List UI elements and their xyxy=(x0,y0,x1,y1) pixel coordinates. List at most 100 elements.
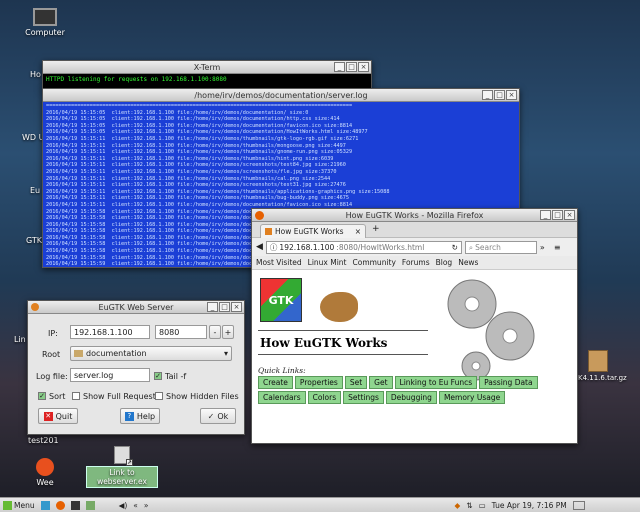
quick-link[interactable]: Calendars xyxy=(258,391,306,404)
desktop-icon-wee[interactable]: Wee xyxy=(28,458,62,487)
nav-bar: ◀ ⓘ 192.168.1.100:8080/HowItWorks.html ↻… xyxy=(252,238,577,256)
minimize-icon[interactable]: _ xyxy=(482,90,493,100)
quick-link[interactable]: Memory Usage xyxy=(438,391,506,404)
ip-input[interactable]: 192.168.1.100 xyxy=(70,325,150,339)
files-launcher-icon[interactable] xyxy=(85,500,95,510)
quick-link[interactable]: Create xyxy=(258,376,293,389)
maximize-icon[interactable]: □ xyxy=(219,302,230,312)
search-input[interactable]: ⌕ Search xyxy=(464,240,537,254)
taskbar: Menu ◀) « » ◆ ⇅ ▭ Tue Apr 19, 7:16 PM xyxy=(0,497,640,512)
log-line: 2016/04/19 15:15:05 client:192.168.1.100… xyxy=(46,116,340,123)
desktop-icon-lin[interactable]: Lin xyxy=(14,335,26,344)
desktop-icon-label: Ho xyxy=(30,70,41,79)
menu-label: Menu xyxy=(14,500,35,510)
bookmark-item[interactable]: News xyxy=(458,258,478,267)
url-host: 192.168.1.100 xyxy=(279,242,335,252)
desktop-icon-computer[interactable]: Computer xyxy=(22,8,68,37)
rewind-icon[interactable]: « xyxy=(133,501,138,510)
desktop-icon-link-webserver[interactable]: ↗ Link to webserver.ex xyxy=(86,446,158,488)
network-icon[interactable]: ⇅ xyxy=(466,501,472,510)
serverlog-titlebar[interactable]: /home/irv/demos/documentation/server.log… xyxy=(43,89,519,102)
tail-label: Tail -f xyxy=(165,372,187,381)
tab-how-eugtk[interactable]: How EuGTK Works × xyxy=(260,224,366,238)
quit-button[interactable]: ✕ Quit xyxy=(38,408,78,424)
close-tab-icon[interactable]: × xyxy=(355,227,361,236)
clock[interactable]: Tue Apr 19, 7:16 PM xyxy=(492,501,567,510)
mongoose-icon xyxy=(320,292,358,322)
show-desktop-icon[interactable] xyxy=(40,500,50,510)
desktop-icon-home[interactable]: Ho xyxy=(30,70,41,79)
desktop-icon-eu[interactable]: Eu xyxy=(30,186,40,195)
rule-bottom xyxy=(258,354,428,355)
port-increment-button[interactable]: + xyxy=(222,325,234,339)
new-tab-icon[interactable]: + xyxy=(372,224,380,234)
quick-link[interactable]: Passing Data xyxy=(479,376,538,389)
bookmark-item[interactable]: Forums xyxy=(402,258,430,267)
root-value: documentation xyxy=(86,349,147,358)
firefox-launcher-icon[interactable] xyxy=(55,500,65,510)
minimize-icon[interactable]: _ xyxy=(334,62,345,72)
page-heading: How EuGTK Works xyxy=(260,336,388,350)
webserver-window[interactable]: EuGTK Web Server _ □ × IP: 192.168.1.100 8… xyxy=(27,300,245,435)
quick-link[interactable]: Debugging xyxy=(385,391,437,404)
maximize-icon[interactable]: □ xyxy=(494,90,505,100)
computer-icon xyxy=(33,8,57,26)
close-icon[interactable]: × xyxy=(358,62,369,72)
desktop-icon-archive[interactable]: K4.11.6.tar.gz xyxy=(578,350,627,382)
bookmark-item[interactable]: Linux Mint xyxy=(308,258,347,267)
sort-label: Sort xyxy=(49,392,66,401)
maximize-icon[interactable]: □ xyxy=(346,62,357,72)
firefox-titlebar[interactable]: How EuGTK Works - Mozilla Firefox _ □ × xyxy=(252,209,577,222)
quick-link[interactable]: Properties xyxy=(294,376,343,389)
port-decrement-button[interactable]: - xyxy=(209,325,221,339)
quick-link[interactable]: Colors xyxy=(307,391,342,404)
close-icon[interactable]: × xyxy=(506,90,517,100)
close-icon[interactable]: × xyxy=(564,210,575,220)
log-line: 2016/04/19 15:15:11 client:192.168.1.100… xyxy=(46,182,346,189)
quick-links-row-1: Create Properties Set Get Linking to Eu Func… xyxy=(257,375,557,390)
back-icon[interactable]: ◀ xyxy=(256,242,263,252)
quick-link[interactable]: Settings xyxy=(343,391,384,404)
shield-icon[interactable]: ◆ xyxy=(454,501,460,510)
quick-link[interactable]: Set xyxy=(344,376,368,389)
minimize-icon[interactable]: _ xyxy=(540,210,551,220)
port-input[interactable]: 8080 xyxy=(155,325,207,339)
ok-button[interactable]: ✓ Ok xyxy=(200,408,236,424)
bookmark-item[interactable]: Blog xyxy=(436,258,453,267)
log-line: 2016/04/19 15:15:05 client:192.168.1.100… xyxy=(46,122,353,129)
desktop-icon-test201[interactable]: test201 xyxy=(28,436,59,445)
reload-icon[interactable]: ↻ xyxy=(452,242,458,253)
menu-button[interactable]: Menu xyxy=(3,500,35,510)
logfile-input[interactable]: server.log xyxy=(70,368,150,382)
xterm-titlebar[interactable]: X-Term _ □ × xyxy=(43,61,371,74)
tail-checkbox[interactable]: ✓ xyxy=(154,372,162,380)
webserver-titlebar[interactable]: EuGTK Web Server _ □ × xyxy=(28,301,244,314)
help-button[interactable]: ? Help xyxy=(120,408,160,424)
battery-icon[interactable]: ▭ xyxy=(479,501,486,510)
quick-link[interactable]: Get xyxy=(369,376,393,389)
log-line: 2016/04/19 15:15:11 client:192.168.1.100… xyxy=(46,142,346,149)
minimize-icon[interactable]: _ xyxy=(207,302,218,312)
forward-icon[interactable]: » xyxy=(144,501,149,510)
quick-link[interactable]: Linking to Eu Funcs xyxy=(394,376,478,389)
xterm-window[interactable]: X-Term _ □ × HTTPD listening for requests … xyxy=(42,60,372,90)
bookmark-item[interactable]: Most Visited xyxy=(256,258,302,267)
root-folder-select[interactable]: documentation ▾ xyxy=(70,346,232,361)
menu-icon[interactable]: ≡ xyxy=(554,243,561,252)
desktop-icon-gtk[interactable]: GTK xyxy=(26,236,42,245)
close-icon[interactable]: × xyxy=(231,302,242,312)
workspace-icon[interactable] xyxy=(572,500,585,510)
hiddenfiles-checkbox[interactable] xyxy=(155,392,163,400)
terminal-launcher-icon[interactable] xyxy=(70,500,80,510)
url-bar[interactable]: ⓘ 192.168.1.100:8080/HowItWorks.html ↻ xyxy=(265,240,462,254)
firefox-window[interactable]: How EuGTK Works - Mozilla Firefox _ □ × Ho… xyxy=(251,208,578,444)
sort-checkbox[interactable]: ✓ xyxy=(38,392,46,400)
overflow-icon[interactable]: » xyxy=(540,243,545,252)
volume-icon[interactable]: ◀) xyxy=(119,501,128,510)
maximize-icon[interactable]: □ xyxy=(552,210,563,220)
favicon-icon xyxy=(265,228,272,235)
rule-top xyxy=(258,330,428,331)
bookmark-item[interactable]: Community xyxy=(353,258,396,267)
bookmarks-bar: Most Visited Linux Mint Community Forums Blo… xyxy=(252,256,577,270)
fullrequest-checkbox[interactable] xyxy=(72,392,80,400)
